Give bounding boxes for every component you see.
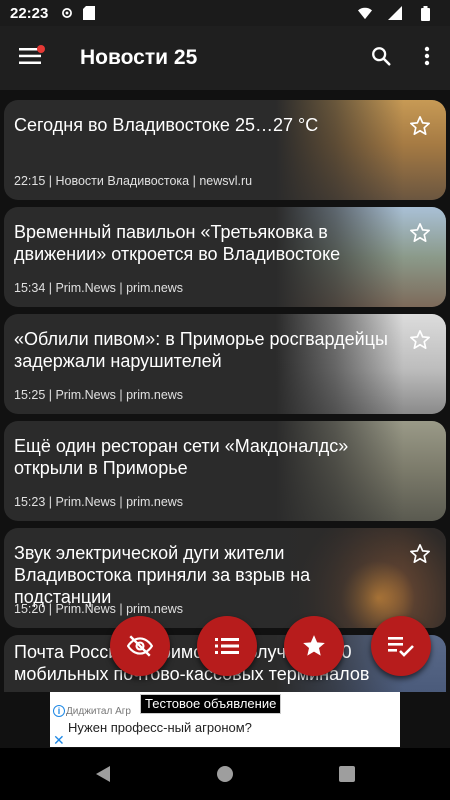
mark-all-read-button[interactable]	[371, 616, 431, 676]
recents-button[interactable]	[335, 762, 359, 786]
star-outline-icon	[410, 544, 430, 563]
favorite-button[interactable]	[408, 221, 432, 245]
app-bar: Новости 25	[0, 26, 450, 90]
article-meta: 15:20 | Prim.News | prim.news	[14, 602, 184, 616]
favorites-button[interactable]	[284, 616, 344, 676]
hide-read-button[interactable]	[110, 616, 170, 676]
news-card[interactable]: Звук электрической дуги жители Владивост…	[4, 528, 446, 628]
article-title: «Облили пивом»: в Приморье росгвардейцы …	[14, 329, 388, 371]
star-outline-icon	[410, 116, 430, 135]
article-title: Сегодня во Владивостоке 25…27 °C	[14, 115, 319, 135]
signal-icon	[388, 6, 402, 20]
favorite-button[interactable]	[408, 114, 432, 138]
list-view-button[interactable]	[197, 616, 257, 676]
article-title: Ещё один ресторан сети «Макдоналдс» откр…	[14, 436, 349, 478]
list-icon	[215, 638, 239, 654]
wifi-icon	[358, 6, 372, 20]
visibility-off-icon	[127, 635, 153, 657]
favorite-button[interactable]	[408, 542, 432, 566]
news-feed[interactable]: Сегодня во Владивостоке 25…27 °C 22:15 |…	[0, 90, 450, 692]
news-card[interactable]: Сегодня во Владивостоке 25…27 °C 22:15 |…	[4, 100, 446, 200]
home-button[interactable]	[213, 762, 237, 786]
back-button[interactable]	[91, 762, 115, 786]
home-circle-icon	[217, 766, 233, 782]
ad-text: Нужен професс-ный агроном?	[68, 720, 252, 735]
article-meta: 15:23 | Prim.News | prim.news	[14, 495, 184, 509]
ad-close-icon[interactable]: ✕	[53, 732, 65, 749]
menu-button[interactable]	[0, 26, 60, 90]
sd-card-icon	[82, 6, 96, 20]
favorite-button[interactable]	[408, 328, 432, 352]
news-card[interactable]: Ещё один ресторан сети «Макдоналдс» откр…	[4, 421, 446, 521]
battery-icon	[418, 5, 432, 21]
star-filled-icon	[303, 635, 325, 656]
article-title: Звук электрической дуги жители Владивост…	[14, 543, 311, 607]
notification-dot	[37, 45, 45, 53]
search-icon	[370, 45, 392, 72]
page-title: Новости 25	[80, 46, 198, 69]
article-meta: 15:34 | Prim.News | prim.news	[14, 281, 184, 295]
system-nav-bar	[0, 748, 450, 800]
star-outline-icon	[410, 223, 430, 242]
search-button[interactable]	[358, 26, 404, 90]
settings-gear-icon	[60, 6, 74, 20]
ad-advertiser: Диджитал Агр	[66, 706, 131, 717]
news-card[interactable]: «Облили пивом»: в Приморье росгвардейцы …	[4, 314, 446, 414]
article-meta: 22:15 | Новости Владивостока | newsvl.ru	[14, 174, 253, 188]
back-triangle-icon	[96, 766, 110, 782]
more-vert-icon	[424, 46, 430, 71]
overflow-menu-button[interactable]	[404, 26, 450, 90]
article-title: Временный павильон «Третьяковка в движен…	[14, 222, 341, 264]
article-meta: 15:25 | Prim.News | prim.news	[14, 388, 184, 402]
playlist-check-icon	[388, 637, 414, 657]
news-card[interactable]: Временный павильон «Третьяковка в движен…	[4, 207, 446, 307]
ad-info-icon[interactable]: i	[53, 705, 65, 717]
status-bar: 22:23	[0, 0, 450, 26]
star-outline-icon	[410, 330, 430, 349]
recents-square-icon	[339, 766, 355, 782]
status-time: 22:23	[10, 4, 49, 22]
ad-test-label: Тестовое объявление	[140, 694, 282, 714]
